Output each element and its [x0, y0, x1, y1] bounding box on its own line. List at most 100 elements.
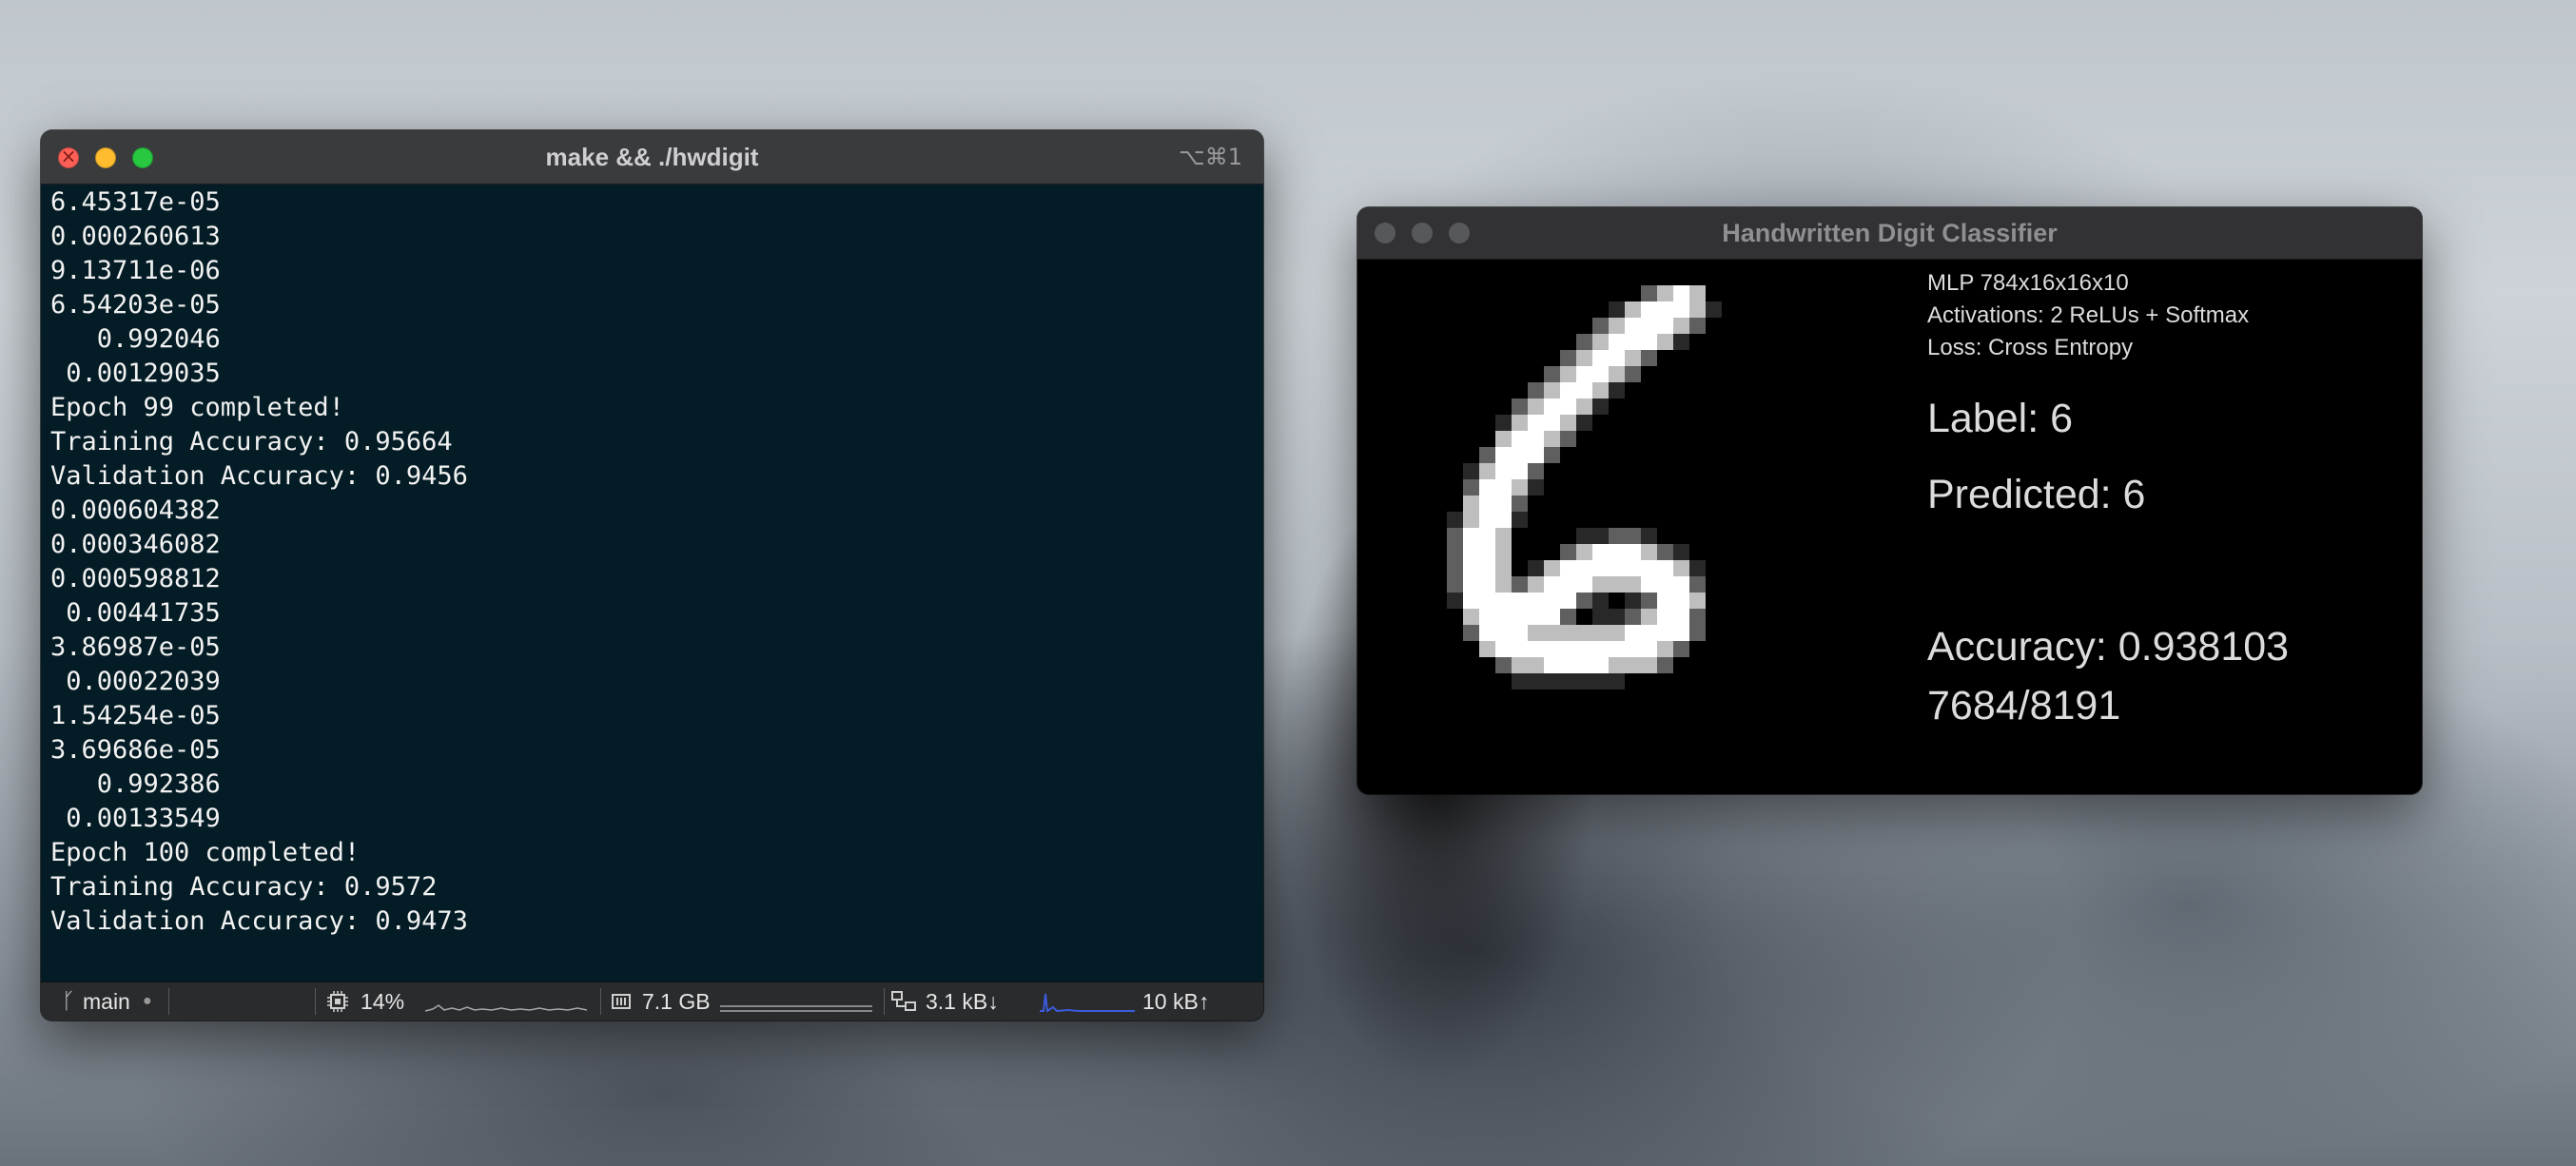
digit-pixel — [1528, 415, 1544, 431]
digit-pixel — [1641, 576, 1657, 593]
digit-pixel — [1528, 593, 1544, 609]
classifier-titlebar[interactable]: Handwritten Digit Classifier — [1357, 207, 2422, 260]
digit-pixel — [1592, 560, 1609, 576]
digit-pixel — [1657, 301, 1673, 318]
digit-pixel — [1592, 609, 1609, 625]
digit-pixel — [1560, 657, 1576, 673]
digit-pixel — [1592, 366, 1609, 382]
digit-pixel — [1592, 657, 1609, 673]
digit-pixel — [1576, 398, 1592, 415]
digit-pixel — [1689, 285, 1706, 301]
digit-pixel — [1560, 641, 1576, 657]
digit-pixel — [1657, 609, 1673, 625]
digit-pixel — [1609, 318, 1625, 334]
digit-pixel — [1479, 544, 1495, 560]
digit-pixel — [1576, 366, 1592, 382]
terminal-line: 1.54254e-05 — [50, 701, 221, 730]
digit-pixel — [1641, 301, 1657, 318]
digit-pixel — [1609, 625, 1625, 641]
loss-info: Loss: Cross Entropy — [1927, 335, 2134, 360]
digit-pixel — [1673, 593, 1689, 609]
digit-pixel — [1463, 479, 1479, 496]
digit-pixel — [1463, 463, 1479, 479]
digit-pixel — [1560, 366, 1576, 382]
terminal-window[interactable]: make && ./hwdigit ⌥⌘1 6.45317e-05 0.00026… — [41, 130, 1263, 1020]
divider — [315, 988, 316, 1015]
digit-pixel — [1641, 641, 1657, 657]
network-upload: 10 kB↑ — [1142, 989, 1210, 1014]
digit-pixel — [1495, 479, 1512, 496]
digit-pixel — [1544, 415, 1560, 431]
digit-pixel — [1625, 625, 1641, 641]
digit-pixel — [1512, 576, 1528, 593]
divider — [168, 988, 169, 1015]
digit-image — [1447, 285, 1722, 690]
terminal-output[interactable]: 6.45317e-05 0.000260613 9.13711e-06 6.54203… — [50, 184, 1254, 965]
digit-pixel — [1641, 657, 1657, 673]
digit-pixel — [1560, 350, 1576, 366]
digit-pixel — [1447, 544, 1463, 560]
digit-pixel — [1528, 609, 1544, 625]
digit-pixel — [1495, 641, 1512, 657]
digit-pixel — [1657, 593, 1673, 609]
digit-pixel — [1641, 625, 1657, 641]
digit-pixel — [1576, 544, 1592, 560]
digit-pixel — [1592, 350, 1609, 366]
digit-pixel — [1479, 463, 1495, 479]
terminal-line: 0.000598812 — [50, 564, 221, 593]
digit-pixel — [1560, 593, 1576, 609]
terminal-line: 3.86987e-05 — [50, 632, 221, 662]
digit-pixel — [1560, 398, 1576, 415]
digit-pixel — [1576, 641, 1592, 657]
digit-pixel — [1657, 318, 1673, 334]
digit-pixel — [1544, 366, 1560, 382]
digit-pixel — [1479, 593, 1495, 609]
git-branch-name[interactable]: main — [83, 982, 130, 1020]
digit-pixel — [1592, 544, 1609, 560]
digit-pixel — [1528, 398, 1544, 415]
digit-pixel — [1463, 625, 1479, 641]
digit-pixel — [1560, 625, 1576, 641]
digit-pixel — [1447, 528, 1463, 544]
digit-pixel — [1495, 576, 1512, 593]
terminal-line: 6.54203e-05 — [50, 290, 221, 320]
digit-pixel — [1641, 528, 1657, 544]
digit-pixel — [1576, 625, 1592, 641]
digit-pixel — [1560, 560, 1576, 576]
digit-pixel — [1625, 657, 1641, 673]
digit-pixel — [1657, 641, 1673, 657]
terminal-line: 0.00129035 — [50, 359, 221, 388]
digit-pixel — [1560, 576, 1576, 593]
digit-pixel — [1641, 609, 1657, 625]
digit-pixel — [1463, 512, 1479, 528]
terminal-line: 0.000604382 — [50, 496, 221, 525]
digit-pixel — [1609, 641, 1625, 657]
cpu-icon — [326, 982, 349, 1020]
digit-pixel — [1673, 301, 1689, 318]
digit-pixel — [1512, 641, 1528, 657]
digit-pixel — [1463, 496, 1479, 512]
digit-pixel — [1560, 544, 1576, 560]
digit-pixel — [1479, 560, 1495, 576]
terminal-line: 9.13711e-06 — [50, 256, 221, 285]
digit-pixel — [1576, 560, 1592, 576]
true-label: Label: 6 — [1927, 396, 2074, 441]
digit-pixel — [1641, 334, 1657, 350]
digit-pixel — [1609, 560, 1625, 576]
digit-pixel — [1512, 479, 1528, 496]
digit-pixel — [1479, 641, 1495, 657]
digit-pixel — [1528, 447, 1544, 463]
digit-pixel — [1657, 576, 1673, 593]
digit-pixel — [1495, 593, 1512, 609]
predicted-label: Predicted: 6 — [1927, 472, 2146, 517]
digit-pixel — [1576, 673, 1592, 690]
activations-info: Activations: 2 ReLUs + Softmax — [1927, 302, 2250, 328]
digit-pixel — [1560, 673, 1576, 690]
digit-pixel — [1495, 560, 1512, 576]
digit-pixel — [1673, 285, 1689, 301]
terminal-line: 0.992386 — [50, 769, 221, 799]
terminal-titlebar[interactable]: make && ./hwdigit ⌥⌘1 — [41, 130, 1263, 185]
digit-pixel — [1528, 463, 1544, 479]
classifier-window[interactable]: Handwritten Digit Classifier MLP 784x16x… — [1357, 207, 2422, 794]
digit-pixel — [1673, 334, 1689, 350]
